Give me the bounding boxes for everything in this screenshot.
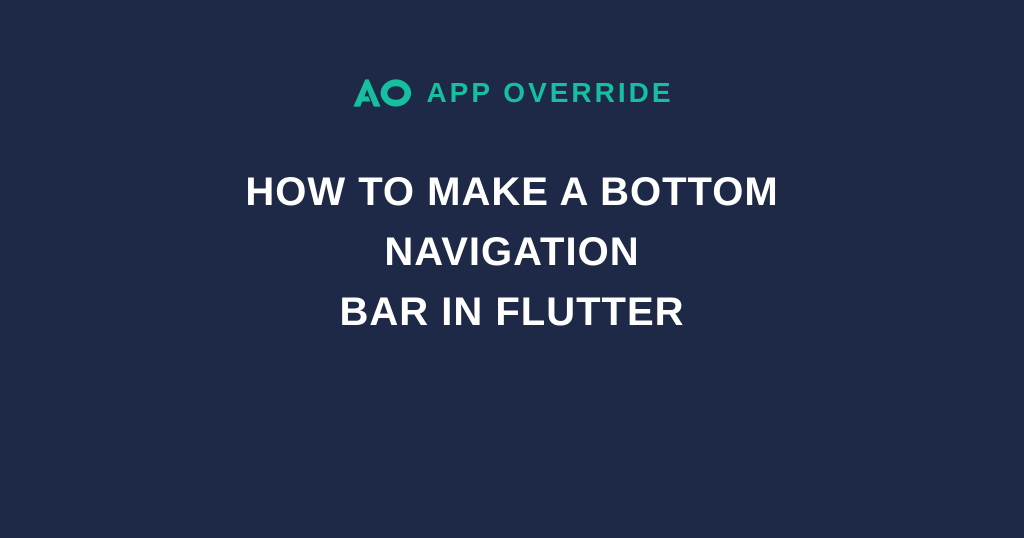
headline-line-1: HOW TO MAKE A BOTTOM [245, 162, 778, 222]
brand-logo: APP OVERRIDE [350, 76, 673, 110]
headline-line-2: NAVIGATION [245, 222, 778, 282]
headline: HOW TO MAKE A BOTTOM NAVIGATION BAR IN F… [245, 162, 778, 342]
brand-name: APP OVERRIDE [426, 77, 673, 109]
headline-line-3: BAR IN FLUTTER [245, 282, 778, 342]
ao-logo-icon [350, 76, 418, 110]
